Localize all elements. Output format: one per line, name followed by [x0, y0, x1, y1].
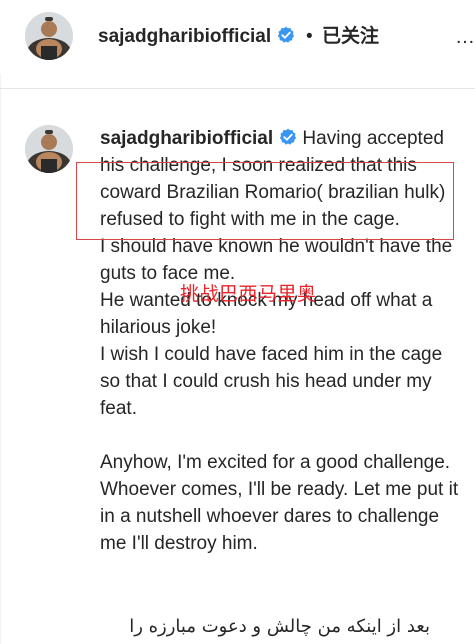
more-options-icon[interactable]: … — [455, 24, 475, 50]
header-username[interactable]: sajadgharibiofficial — [98, 23, 295, 51]
avatar-image — [25, 12, 73, 60]
following-button[interactable]: 已关注 — [322, 23, 379, 51]
verified-badge-icon — [279, 128, 297, 145]
caption-avatar[interactable] — [25, 125, 73, 173]
avatar-image — [25, 125, 73, 173]
persian-caption-line: بعد از اینکه من چالش و دعوت مبارزه را — [129, 616, 430, 637]
separator-dot: • — [306, 26, 313, 47]
caption-text: sajadgharibiofficial Having accepted his… — [100, 125, 465, 557]
post-header: sajadgharibiofficial • 已关注 … — [0, 0, 475, 74]
left-edge-divider — [0, 0, 1, 644]
header-username-text[interactable]: sajadgharibiofficial — [98, 26, 271, 47]
annotation-label: 挑战巴西马里奥 — [180, 283, 317, 305]
caption-username[interactable]: sajadgharibiofficial — [100, 128, 273, 149]
header-divider — [0, 88, 475, 89]
verified-badge-icon — [277, 26, 295, 43]
caption-body: Having accepted his challenge, I soon re… — [100, 128, 459, 554]
avatar[interactable] — [25, 12, 73, 60]
